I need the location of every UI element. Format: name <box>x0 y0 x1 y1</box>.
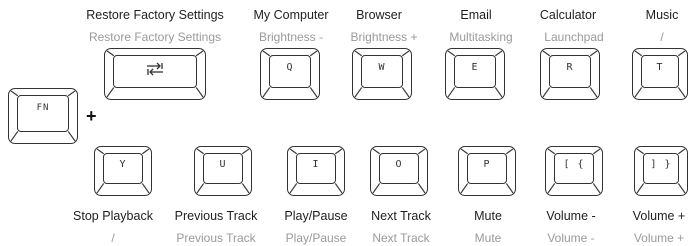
left-bracket-key[interactable]: [ { <box>545 146 603 196</box>
fn-key[interactable]: FN <box>8 88 78 144</box>
plus-sign: + <box>86 106 97 126</box>
p-key-cap: P <box>483 159 491 170</box>
bottom-key-1-function: Stop Playback <box>73 209 153 223</box>
o-key[interactable]: O <box>370 146 428 196</box>
key-top <box>17 95 69 132</box>
p-key[interactable]: P <box>458 146 516 196</box>
top-key-4-alt-function: Multitasking <box>449 30 513 44</box>
t-key-cap: T <box>656 62 664 73</box>
bottom-key-7-function: Volume + <box>632 209 686 223</box>
top-key-6-function: Music <box>645 8 679 22</box>
fn-key-label: FN <box>36 103 50 113</box>
top-key-1-function: Restore Factory Settings <box>86 8 224 22</box>
t-key[interactable]: T <box>632 48 688 100</box>
r-key[interactable]: R <box>540 48 600 100</box>
bottom-key-5-alt-function: Mute <box>474 231 502 245</box>
u-key-cap: U <box>219 159 227 170</box>
o-key-cap: O <box>395 159 403 170</box>
r-key-cap: R <box>566 62 574 73</box>
q-key[interactable]: Q <box>260 48 320 100</box>
i-key-cap: I <box>312 159 320 170</box>
y-key[interactable]: Y <box>94 146 152 196</box>
bottom-key-1-alt-function: / <box>111 231 115 245</box>
q-key-cap: Q <box>286 62 294 73</box>
u-key[interactable]: U <box>194 146 252 196</box>
bottom-key-4-function: Next Track <box>371 209 431 223</box>
top-key-6-alt-function: / <box>660 30 664 44</box>
bottom-key-3-alt-function: Play/Pause <box>285 231 347 245</box>
i-key[interactable]: I <box>287 146 345 196</box>
left-bracket-key-cap: [ { <box>563 159 585 170</box>
w-key-cap: W <box>378 62 386 73</box>
top-key-1-alt-function: Restore Factory Settings <box>88 30 222 44</box>
top-key-2-alt-function: Brightness - <box>258 30 324 44</box>
e-key[interactable]: E <box>445 48 505 100</box>
top-key-5-alt-function: Launchpad <box>544 30 604 44</box>
bottom-key-6-alt-function: Volume - <box>547 231 595 245</box>
tab-arrows-icon <box>147 62 163 76</box>
bottom-key-5-function: Mute <box>474 209 502 223</box>
y-key-cap: Y <box>119 159 127 170</box>
tab-key[interactable] <box>104 48 206 100</box>
right-bracket-key[interactable]: ] } <box>634 146 688 196</box>
right-bracket-key-cap: ] } <box>650 159 672 170</box>
bottom-key-3-function: Play/Pause <box>284 209 348 223</box>
bottom-key-7-alt-function: Volume + <box>633 231 685 245</box>
bottom-key-2-alt-function: Previous Track <box>176 231 256 245</box>
top-key-5-function: Calculator <box>539 8 597 22</box>
w-key[interactable]: W <box>352 48 412 100</box>
bottom-key-4-alt-function: Next Track <box>372 231 430 245</box>
bottom-key-2-function: Previous Track <box>174 209 258 223</box>
bottom-key-6-function: Volume - <box>546 209 596 223</box>
top-key-2-function: My Computer <box>253 8 329 22</box>
top-key-4-function: Email <box>460 8 492 22</box>
top-key-3-alt-function: Brightness + <box>350 30 418 44</box>
top-key-3-function: Browser <box>356 8 402 22</box>
e-key-cap: E <box>471 62 479 73</box>
